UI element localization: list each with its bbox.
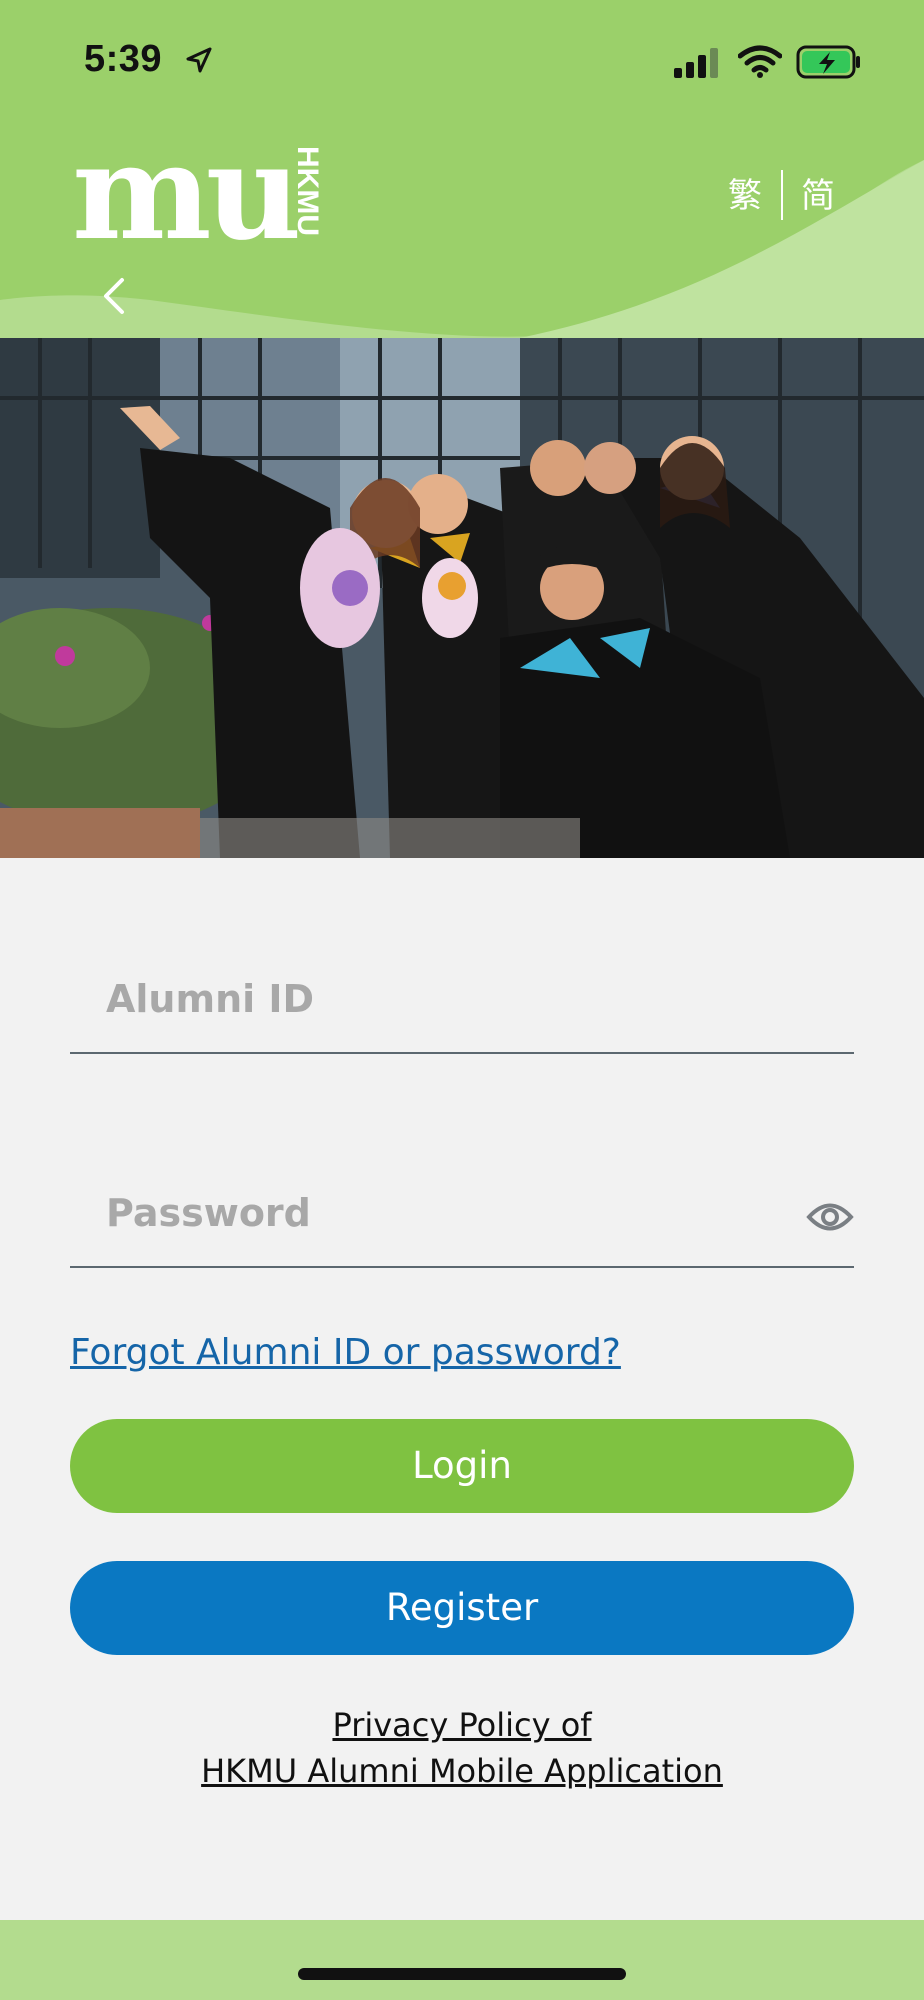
alumni-id-input[interactable]	[104, 972, 748, 1026]
privacy-policy-link-line2[interactable]: HKMU Alumni Mobile Application	[0, 1752, 924, 1790]
svg-text:HKMU: HKMU	[291, 146, 324, 236]
app-header: 5:39 mu HKMU 繁 简	[0, 0, 924, 338]
battery-charging-icon	[796, 45, 860, 79]
svg-text:mu: mu	[72, 142, 298, 242]
footer-bar	[0, 1920, 924, 2000]
location-arrow-icon	[186, 47, 212, 73]
password-field[interactable]	[70, 1166, 854, 1268]
lang-divider	[781, 170, 783, 220]
register-button[interactable]: Register	[70, 1561, 854, 1655]
status-time: 5:39	[84, 38, 163, 80]
alumni-id-field[interactable]	[70, 952, 854, 1054]
password-input[interactable]	[104, 1186, 748, 1240]
privacy-policy-link-line1[interactable]: Privacy Policy of	[0, 1706, 924, 1744]
graduates-group-photo	[0, 338, 924, 858]
login-button[interactable]: Login	[70, 1419, 854, 1513]
home-indicator[interactable]	[298, 1968, 626, 1980]
signal-icon	[674, 48, 718, 78]
wifi-icon	[738, 45, 782, 78]
forgot-credentials-link[interactable]: Forgot Alumni ID or password?	[70, 1332, 621, 1373]
hkmu-logo: mu HKMU	[72, 142, 324, 242]
hero-graduation-photo	[0, 338, 924, 858]
lang-simplified-button[interactable]: 简	[801, 168, 835, 217]
eye-icon[interactable]	[806, 1200, 854, 1234]
lang-traditional-button[interactable]: 繁	[728, 168, 762, 217]
chevron-left-icon[interactable]	[100, 276, 126, 316]
